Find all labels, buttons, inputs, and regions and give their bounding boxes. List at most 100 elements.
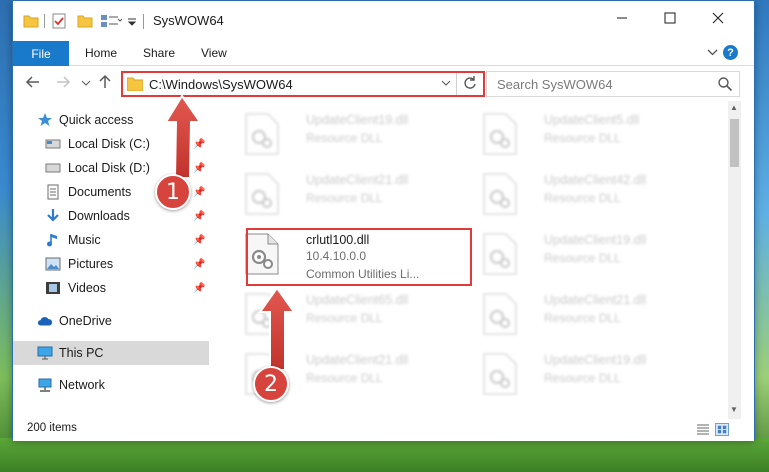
file-name: UpdateClient65.dll: [306, 293, 409, 307]
toolbar-separator: [44, 14, 45, 28]
sidebar-item-music[interactable]: Music 📌: [13, 228, 209, 252]
drive-icon: [45, 160, 61, 176]
sidebar-item-quick-access[interactable]: Quick access: [13, 108, 209, 132]
star-icon: [37, 112, 53, 128]
dll-file-icon: [483, 233, 517, 275]
address-path[interactable]: C:\Windows\SysWOW64: [149, 77, 293, 92]
close-button[interactable]: [695, 1, 741, 35]
sidebar-item-label: Local Disk (D:): [68, 161, 150, 175]
highlight-box: [246, 228, 472, 286]
file-description: Resource DLL: [544, 131, 621, 145]
sidebar-item-onedrive[interactable]: OneDrive: [13, 309, 209, 333]
dll-file-icon: [245, 173, 279, 215]
minimize-icon: [617, 17, 627, 19]
customize-toolbar-icon[interactable]: [100, 13, 122, 29]
videos-icon: [45, 280, 61, 296]
file-description: Resource DLL: [544, 251, 621, 265]
pin-icon: 📌: [193, 258, 206, 270]
tab-home[interactable]: Home: [85, 46, 117, 60]
title-bar: SysWOW64: [13, 1, 754, 41]
tab-share[interactable]: Share: [143, 46, 175, 60]
details-view-icon[interactable]: [696, 423, 710, 436]
sidebar-item-local-disk-c[interactable]: Local Disk (C:) 📌: [13, 132, 209, 156]
tab-file[interactable]: File: [13, 41, 69, 66]
pictures-icon: [45, 256, 61, 272]
pin-icon: 📌: [193, 282, 206, 294]
title-separator: [143, 14, 144, 29]
search-icon[interactable]: [717, 76, 733, 92]
sidebar-item-label: Quick access: [59, 113, 134, 127]
tab-view[interactable]: View: [201, 46, 227, 60]
maximize-icon: [664, 12, 676, 24]
file-list: UpdateClient19.dll Resource DLL UpdateCl…: [210, 101, 728, 411]
search-box[interactable]: Search SysWOW64: [486, 71, 740, 97]
up-arrow-icon[interactable]: [97, 74, 113, 90]
navigation-pane: Quick access Local Disk (C:) 📌 Local Dis…: [13, 101, 209, 411]
file-name: UpdateClient19.dll: [306, 113, 409, 127]
quick-access-dropdown-icon[interactable]: [127, 13, 137, 29]
file-name: UpdateClient21.dll: [306, 173, 409, 187]
recent-locations-chevron-icon[interactable]: [81, 78, 91, 88]
file-item[interactable]: UpdateClient19.dll Resource DLL: [472, 225, 702, 285]
minimize-button[interactable]: [599, 1, 645, 35]
file-description: Resource DLL: [544, 191, 621, 205]
window-title: SysWOW64: [153, 13, 224, 28]
download-icon: [45, 208, 61, 224]
file-item[interactable]: UpdateClient5.dll Resource DLL: [472, 105, 702, 165]
vertical-scrollbar[interactable]: ▲ ▼: [728, 101, 741, 419]
ribbon-tabs: File Home Share View ?: [13, 41, 754, 66]
maximize-button[interactable]: [647, 1, 693, 35]
cloud-icon: [37, 313, 53, 329]
dll-file-icon: [483, 173, 517, 215]
status-bar: 200 items: [13, 419, 754, 441]
desktop-background-right: [755, 0, 769, 472]
explorer-window: SysWOW64 File Home Share View ? C:\Windo…: [12, 0, 755, 441]
file-description: Resource DLL: [544, 311, 621, 325]
scroll-up-arrow-icon[interactable]: ▲: [730, 103, 738, 112]
back-arrow-icon[interactable]: [25, 74, 41, 90]
scroll-down-arrow-icon[interactable]: ▼: [730, 405, 738, 414]
step-badge-2: 2: [253, 366, 289, 402]
file-description: Resource DLL: [306, 131, 383, 145]
sidebar-item-label: Network: [59, 378, 105, 392]
forward-arrow-icon[interactable]: [55, 74, 71, 90]
step-badge-1: 1: [155, 174, 191, 210]
large-icons-view-icon[interactable]: [715, 423, 729, 436]
music-icon: [45, 232, 61, 248]
computer-icon: [37, 345, 53, 361]
file-item[interactable]: UpdateClient19.dll Resource DLL: [234, 105, 464, 165]
sidebar-item-label: Local Disk (C:): [68, 137, 150, 151]
pin-icon: 📌: [193, 186, 206, 198]
file-name: UpdateClient19.dll: [544, 353, 647, 367]
dll-file-icon: [483, 293, 517, 335]
sidebar-item-pictures[interactable]: Pictures 📌: [13, 252, 209, 276]
folder-icon[interactable]: [23, 13, 39, 29]
scrollbar-thumb[interactable]: [730, 119, 739, 167]
new-folder-icon[interactable]: [77, 13, 93, 29]
sidebar-item-label: Music: [68, 233, 101, 247]
file-description: Resource DLL: [306, 191, 383, 205]
sidebar-item-label: Downloads: [68, 209, 130, 223]
address-bar[interactable]: C:\Windows\SysWOW64: [121, 71, 485, 97]
pin-icon: 📌: [193, 234, 206, 246]
help-icon[interactable]: ?: [723, 45, 738, 60]
file-name: UpdateClient5.dll: [544, 113, 640, 127]
drive-icon: [45, 136, 61, 152]
sidebar-item-this-pc[interactable]: This PC: [13, 341, 209, 365]
refresh-icon[interactable]: [463, 75, 477, 91]
sidebar-item-videos[interactable]: Videos 📌: [13, 276, 209, 300]
expand-ribbon-chevron-icon[interactable]: [707, 45, 718, 59]
properties-check-icon[interactable]: [51, 13, 67, 29]
dll-file-icon: [483, 113, 517, 155]
file-item[interactable]: UpdateClient19.dll Resource DLL: [472, 345, 702, 405]
dll-file-icon: [245, 293, 279, 335]
desktop-background-bottom: [0, 438, 769, 472]
file-item[interactable]: UpdateClient42.dll Resource DLL: [472, 165, 702, 225]
address-dropdown-icon[interactable]: [441, 78, 451, 88]
file-item[interactable]: UpdateClient21.dll Resource DLL: [472, 285, 702, 345]
file-item[interactable]: UpdateClient21.dll Resource DLL: [234, 165, 464, 225]
file-item[interactable]: UpdateClient65.dll Resource DLL: [234, 285, 464, 345]
address-row: C:\Windows\SysWOW64 Search SysWOW64: [13, 67, 754, 101]
search-input[interactable]: Search SysWOW64: [497, 77, 613, 92]
sidebar-item-network[interactable]: Network: [13, 373, 209, 397]
